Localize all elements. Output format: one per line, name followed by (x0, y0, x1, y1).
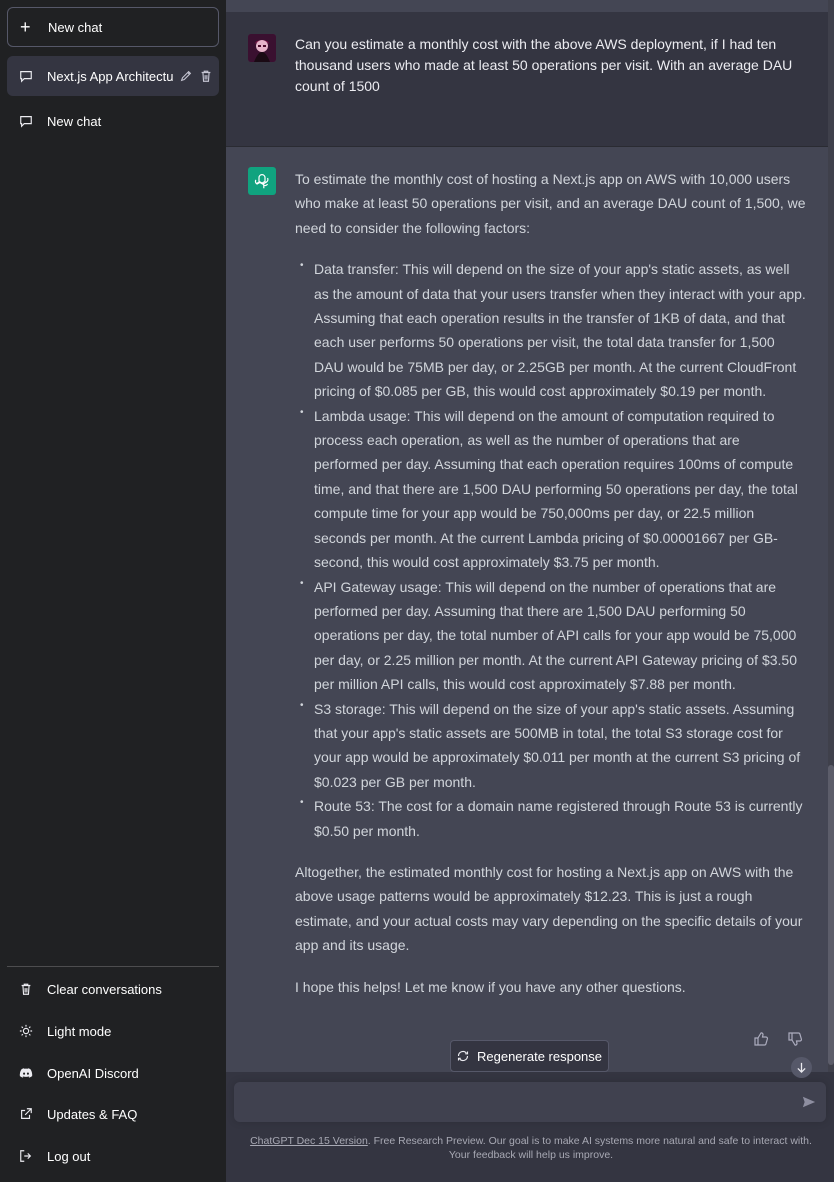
trash-icon[interactable] (199, 69, 213, 83)
updates-faq-link[interactable]: Updates & FAQ (7, 1094, 219, 1134)
send-icon[interactable] (802, 1095, 816, 1109)
list-item: Data transfer: This will depend on the s… (300, 254, 807, 403)
scroll-to-bottom-button[interactable] (791, 1057, 812, 1078)
logout-icon (19, 1149, 33, 1163)
sidebar-conversation-nextjs[interactable]: Next.js App Architectu (7, 56, 219, 96)
external-link-icon (19, 1107, 33, 1121)
assistant-message: To estimate the monthly cost of hosting … (226, 147, 828, 1072)
assistant-closing: I hope this helps! Let me know if you ha… (295, 978, 686, 995)
message-input-box (234, 1082, 826, 1122)
user-message: Can you estimate a monthly cost with the… (226, 12, 828, 147)
sidebar-divider (7, 966, 219, 967)
clear-conversations-label: Clear conversations (47, 981, 162, 997)
chatgpt-logo-icon (248, 167, 276, 195)
light-mode-label: Light mode (47, 1023, 112, 1039)
user-message-text: Can you estimate a monthly cost with the… (295, 36, 793, 94)
log-out-label: Log out (47, 1148, 91, 1164)
openai-discord-link[interactable]: OpenAI Discord (7, 1053, 219, 1093)
regenerate-response-button[interactable]: Regenerate response (450, 1040, 609, 1072)
discord-icon (19, 1066, 33, 1080)
clear-conversations-button[interactable]: Clear conversations (7, 969, 219, 1009)
assistant-summary: Altogether, the estimated monthly cost f… (295, 863, 803, 954)
edit-icon[interactable] (179, 69, 193, 83)
user-avatar (248, 34, 276, 62)
thumbs-down-icon[interactable] (787, 1031, 803, 1047)
list-item: API Gateway usage: This will depend on t… (300, 571, 807, 697)
refresh-icon (457, 1050, 469, 1062)
plus-icon: + (20, 17, 31, 37)
chat-bubble-icon (19, 69, 33, 83)
chat-main: Can you estimate a monthly cost with the… (226, 0, 834, 1182)
scrollbar-thumb[interactable] (828, 765, 834, 1065)
new-chat-button[interactable]: + New chat (7, 7, 219, 47)
previous-message-edge (226, 0, 828, 12)
assistant-message-text: To estimate the monthly cost of hosting … (295, 167, 807, 1016)
chat-bubble-icon (19, 114, 33, 128)
thumbs-up-icon[interactable] (753, 1031, 769, 1047)
assistant-intro: To estimate the monthly cost of hosting … (295, 171, 806, 236)
new-chat-label: New chat (48, 19, 103, 35)
log-out-button[interactable]: Log out (7, 1136, 219, 1176)
footer-text: . Free Research Preview. Our goal is to … (367, 1135, 812, 1161)
sidebar-conversation-new-chat[interactable]: New chat (7, 101, 219, 141)
list-item: Route 53: The cost for a domain name reg… (300, 791, 807, 843)
regenerate-label: Regenerate response (476, 1048, 603, 1064)
list-item: S3 storage: This will depend on the size… (300, 694, 807, 795)
light-mode-button[interactable]: Light mode (7, 1011, 219, 1051)
updates-faq-label: Updates & FAQ (47, 1106, 138, 1122)
feedback-buttons (753, 1031, 803, 1047)
conversation-title: Next.js App Architectu (47, 68, 174, 84)
sidebar: + New chat Next.js App Architectu New ch… (0, 0, 226, 1182)
conversation-title: New chat (47, 113, 102, 129)
sun-icon (19, 1024, 33, 1038)
openai-discord-label: OpenAI Discord (47, 1065, 139, 1081)
trash-icon (19, 982, 33, 996)
footer-disclaimer: ChatGPT Dec 15 Version. Free Research Pr… (246, 1134, 816, 1162)
cost-factor-list: Data transfer: This will depend on the s… (295, 254, 807, 843)
message-input[interactable] (246, 1092, 790, 1116)
arrow-down-icon (797, 1062, 806, 1073)
version-link[interactable]: ChatGPT Dec 15 Version (250, 1135, 368, 1147)
list-item: Lambda usage: This will depend on the am… (300, 401, 807, 575)
